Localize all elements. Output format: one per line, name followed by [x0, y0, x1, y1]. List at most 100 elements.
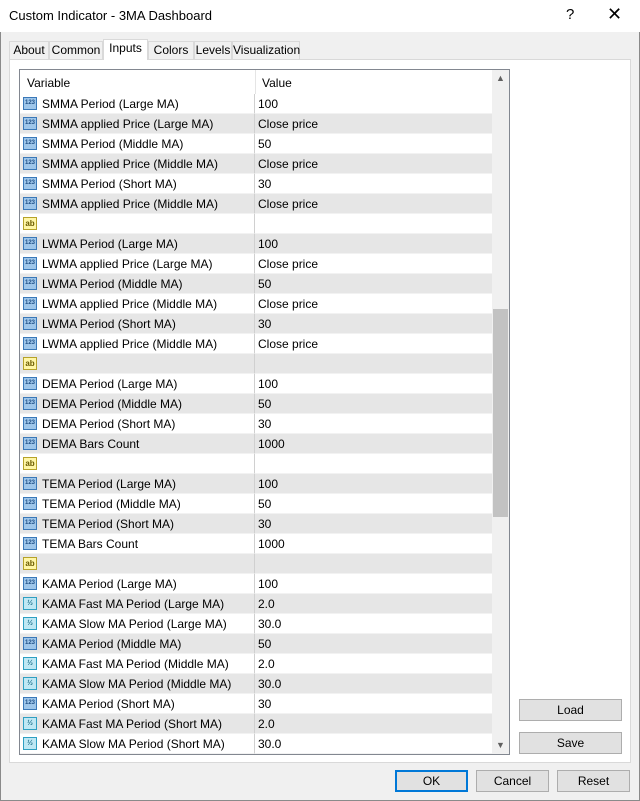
tab-common[interactable]: Common: [49, 41, 103, 59]
cancel-button[interactable]: Cancel: [476, 770, 549, 792]
table-row[interactable]: ab: [20, 554, 492, 574]
column-header-value[interactable]: Value: [262, 76, 292, 90]
value-cell[interactable]: Close price: [255, 334, 492, 354]
value-cell[interactable]: 100: [255, 574, 492, 594]
variable-cell[interactable]: 123 SMMA applied Price (Middle MA): [20, 194, 255, 214]
value-cell[interactable]: 100: [255, 374, 492, 394]
value-cell[interactable]: 30.0: [255, 734, 492, 754]
close-icon[interactable]: ✕: [607, 4, 622, 25]
value-cell[interactable]: [255, 554, 492, 574]
value-cell[interactable]: 30: [255, 174, 492, 194]
table-row[interactable]: 123 SMMA Period (Large MA) 100: [20, 94, 492, 114]
table-row[interactable]: ½ KAMA Fast MA Period (Short MA) 2.0: [20, 714, 492, 734]
ok-button[interactable]: OK: [395, 770, 468, 792]
variable-cell[interactable]: ½ KAMA Slow MA Period (Middle MA): [20, 674, 255, 694]
value-cell[interactable]: 100: [255, 94, 492, 114]
variable-cell[interactable]: 123 KAMA Period (Large MA): [20, 574, 255, 594]
table-row[interactable]: ½ KAMA Fast MA Period (Large MA) 2.0: [20, 594, 492, 614]
value-cell[interactable]: 50: [255, 394, 492, 414]
variable-cell[interactable]: 123 SMMA applied Price (Large MA): [20, 114, 255, 134]
column-divider[interactable]: [255, 70, 256, 94]
table-row[interactable]: 123 LWMA applied Price (Middle MA) Close p…: [20, 294, 492, 314]
value-cell[interactable]: Close price: [255, 154, 492, 174]
table-row[interactable]: 123 SMMA applied Price (Middle MA) Close p…: [20, 154, 492, 174]
value-cell[interactable]: Close price: [255, 294, 492, 314]
scroll-thumb[interactable]: [493, 309, 508, 517]
variable-cell[interactable]: 123 SMMA Period (Short MA): [20, 174, 255, 194]
vertical-scrollbar[interactable]: ▲ ▼: [492, 70, 509, 754]
table-row[interactable]: 123 KAMA Period (Short MA) 30: [20, 694, 492, 714]
variable-cell[interactable]: 123 TEMA Bars Count: [20, 534, 255, 554]
value-cell[interactable]: 50: [255, 634, 492, 654]
variable-cell[interactable]: 123 KAMA Period (Short MA): [20, 694, 255, 714]
variable-cell[interactable]: 123 LWMA Period (Short MA): [20, 314, 255, 334]
value-cell[interactable]: 30.0: [255, 674, 492, 694]
table-row[interactable]: 123 KAMA Period (Large MA) 100: [20, 574, 492, 594]
value-cell[interactable]: 1000: [255, 534, 492, 554]
table-row[interactable]: 123 KAMA Period (Middle MA) 50: [20, 634, 492, 654]
variable-cell[interactable]: ab: [20, 354, 255, 374]
variable-cell[interactable]: 123 LWMA Period (Large MA): [20, 234, 255, 254]
value-cell[interactable]: [255, 354, 492, 374]
value-cell[interactable]: 100: [255, 474, 492, 494]
variable-cell[interactable]: 123 SMMA applied Price (Middle MA): [20, 154, 255, 174]
value-cell[interactable]: 30: [255, 414, 492, 434]
tab-visualization[interactable]: Visualization: [232, 41, 300, 59]
scroll-up-icon[interactable]: ▲: [492, 70, 509, 87]
value-cell[interactable]: Close price: [255, 194, 492, 214]
value-cell[interactable]: 50: [255, 274, 492, 294]
load-button[interactable]: Load: [519, 699, 622, 721]
table-row[interactable]: 123 LWMA Period (Large MA) 100: [20, 234, 492, 254]
tab-about[interactable]: About: [9, 41, 49, 59]
table-row[interactable]: 123 TEMA Period (Short MA) 30: [20, 514, 492, 534]
variable-cell[interactable]: ½ KAMA Slow MA Period (Large MA): [20, 614, 255, 634]
column-header-variable[interactable]: Variable: [27, 76, 70, 90]
table-row[interactable]: 123 DEMA Period (Large MA) 100: [20, 374, 492, 394]
value-cell[interactable]: 50: [255, 494, 492, 514]
variable-cell[interactable]: ½ KAMA Fast MA Period (Large MA): [20, 594, 255, 614]
variable-cell[interactable]: ab: [20, 214, 255, 234]
value-cell[interactable]: 30.0: [255, 614, 492, 634]
value-cell[interactable]: Close price: [255, 254, 492, 274]
tab-colors[interactable]: Colors: [148, 41, 194, 59]
variable-cell[interactable]: 123 SMMA Period (Middle MA): [20, 134, 255, 154]
variable-cell[interactable]: 123 SMMA Period (Large MA): [20, 94, 255, 114]
value-cell[interactable]: 2.0: [255, 594, 492, 614]
tab-levels[interactable]: Levels: [194, 41, 232, 59]
table-row[interactable]: 123 LWMA applied Price (Middle MA) Close p…: [20, 334, 492, 354]
variable-cell[interactable]: ½ KAMA Slow MA Period (Short MA): [20, 734, 255, 754]
variable-cell[interactable]: 123 KAMA Period (Middle MA): [20, 634, 255, 654]
reset-button[interactable]: Reset: [557, 770, 630, 792]
value-cell[interactable]: [255, 454, 492, 474]
variable-cell[interactable]: 123 DEMA Bars Count: [20, 434, 255, 454]
table-row[interactable]: ½ KAMA Fast MA Period (Middle MA) 2.0: [20, 654, 492, 674]
value-cell[interactable]: 50: [255, 134, 492, 154]
variable-cell[interactable]: 123 TEMA Period (Large MA): [20, 474, 255, 494]
variable-cell[interactable]: ab: [20, 454, 255, 474]
variable-cell[interactable]: 123 LWMA applied Price (Large MA): [20, 254, 255, 274]
table-row[interactable]: 123 TEMA Period (Middle MA) 50: [20, 494, 492, 514]
value-cell[interactable]: 2.0: [255, 654, 492, 674]
variable-cell[interactable]: 123 TEMA Period (Short MA): [20, 514, 255, 534]
table-row[interactable]: 123 DEMA Bars Count 1000: [20, 434, 492, 454]
scroll-down-icon[interactable]: ▼: [492, 737, 509, 754]
variable-cell[interactable]: 123 DEMA Period (Middle MA): [20, 394, 255, 414]
variable-cell[interactable]: 123 DEMA Period (Short MA): [20, 414, 255, 434]
table-row[interactable]: 123 SMMA applied Price (Middle MA) Close p…: [20, 194, 492, 214]
table-row[interactable]: 123 DEMA Period (Middle MA) 50: [20, 394, 492, 414]
table-row[interactable]: 123 SMMA Period (Short MA) 30: [20, 174, 492, 194]
table-row[interactable]: ab: [20, 454, 492, 474]
tab-inputs[interactable]: Inputs: [103, 39, 148, 60]
table-row[interactable]: ½ KAMA Slow MA Period (Short MA) 30.0: [20, 734, 492, 754]
variable-cell[interactable]: 123 LWMA applied Price (Middle MA): [20, 294, 255, 314]
variable-cell[interactable]: 123 LWMA Period (Middle MA): [20, 274, 255, 294]
save-button[interactable]: Save: [519, 732, 622, 754]
value-cell[interactable]: 100: [255, 234, 492, 254]
value-cell[interactable]: 2.0: [255, 714, 492, 734]
value-cell[interactable]: [255, 214, 492, 234]
value-cell[interactable]: 30: [255, 694, 492, 714]
value-cell[interactable]: Close price: [255, 114, 492, 134]
table-row[interactable]: 123 LWMA Period (Short MA) 30: [20, 314, 492, 334]
variable-cell[interactable]: 123 LWMA applied Price (Middle MA): [20, 334, 255, 354]
variable-cell[interactable]: 123 DEMA Period (Large MA): [20, 374, 255, 394]
